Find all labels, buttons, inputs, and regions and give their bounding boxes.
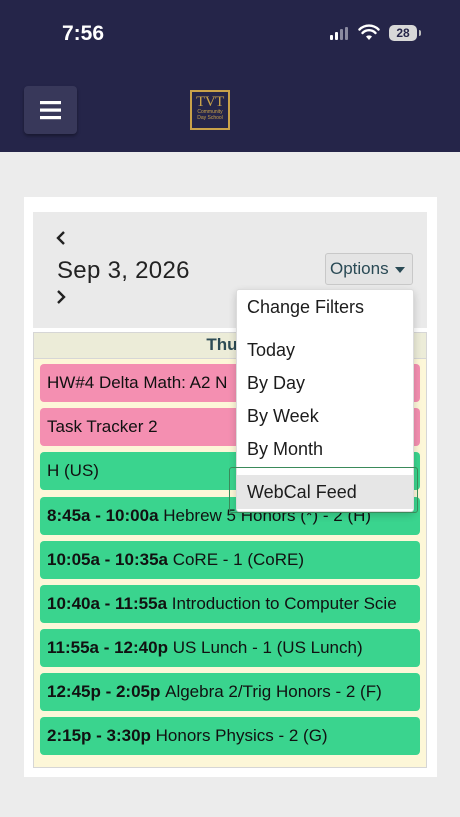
wifi-icon (358, 24, 380, 40)
chevron-left-icon[interactable] (55, 230, 67, 246)
event-time: 8:45a - 10:00a (47, 506, 164, 525)
event-time: 12:45p - 2:05p (47, 682, 166, 701)
menu-item-change-filters[interactable]: Change Filters (247, 297, 364, 318)
hamburger-icon (40, 101, 61, 120)
event-time: 10:05a - 10:35a (47, 550, 173, 569)
event-item[interactable]: 10:40a - 11:55a Introduction to Computer… (40, 585, 420, 623)
event-title: US Lunch - 1 (US Lunch) (172, 638, 363, 657)
chevron-right-icon[interactable] (55, 289, 67, 305)
menu-item-by-day[interactable]: By Day (247, 373, 305, 394)
event-title: Task Tracker 2 (47, 417, 158, 436)
current-date: Sep 3, 2026 (57, 257, 190, 284)
menu-item-by-week[interactable]: By Week (247, 406, 319, 427)
event-title: Honors Physics - 2 (G) (155, 726, 328, 745)
event-item[interactable]: 12:45p - 2:05p Algebra 2/Trig Honors - 2… (40, 673, 420, 711)
event-title: HW#4 Delta Math: A2 N (47, 373, 228, 392)
event-item[interactable]: 2:15p - 3:30p Honors Physics - 2 (G) (40, 717, 420, 755)
event-item[interactable]: 10:05a - 10:35a CoRE - 1 (CoRE) (40, 541, 420, 579)
focus-outline (229, 467, 418, 513)
status-time: 7:56 (62, 22, 105, 45)
menu-item-by-month[interactable]: By Month (247, 439, 323, 460)
event-time: 2:15p - 3:30p (47, 726, 156, 745)
event-title: CoRE - 1 (CoRE) (172, 550, 305, 569)
options-button[interactable]: Options (325, 253, 413, 285)
menu-item-today[interactable]: Today (247, 340, 295, 361)
event-item[interactable]: 11:55a - 12:40p US Lunch - 1 (US Lunch) (40, 629, 420, 667)
event-title: Introduction to Computer Scie (171, 594, 397, 613)
event-title: Algebra 2/Trig Honors - 2 (F) (165, 682, 382, 701)
caret-down-icon (395, 267, 405, 273)
options-label: Options (330, 259, 389, 278)
cellular-signal-icon (330, 27, 350, 40)
logo-line-2: Day School (197, 114, 223, 121)
logo-mark: TVT (196, 94, 224, 110)
event-title: H (US) (47, 461, 99, 480)
menu-button[interactable] (24, 86, 77, 134)
event-time: 10:40a - 11:55a (47, 594, 172, 613)
school-logo[interactable]: TVT Community Day School (190, 90, 230, 130)
battery-icon: 28 (389, 25, 417, 41)
event-time: 11:55a - 12:40p (47, 638, 173, 657)
